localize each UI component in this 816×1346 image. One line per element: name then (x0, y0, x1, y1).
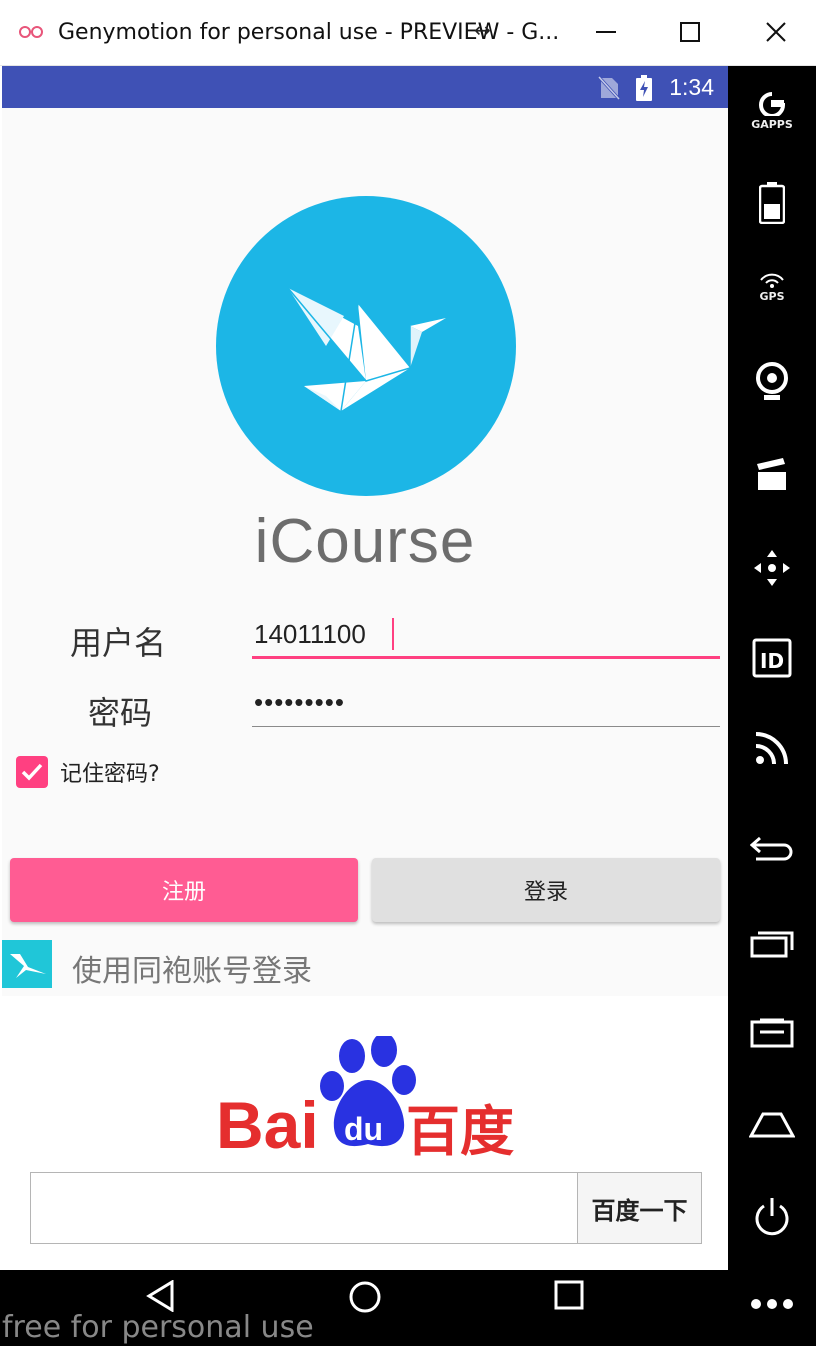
watermark: free for personal use (2, 1310, 314, 1345)
password-label: 密码 (88, 694, 153, 732)
nav-recents-icon (554, 1280, 584, 1310)
sso-login-icon[interactable] (2, 940, 52, 988)
back-arrow-icon (750, 836, 793, 861)
clapperboard-icon (757, 458, 786, 490)
baidu-webview: Bai du 百度 百度一下 (2, 996, 728, 1270)
gapps-label: GAPPS (751, 118, 793, 131)
nav-recents-button[interactable] (554, 1280, 584, 1314)
no-sim-icon (597, 75, 621, 104)
home-icon (749, 1112, 795, 1138)
battery-button[interactable] (728, 182, 816, 224)
move-cursor-icon: ↔ (474, 18, 491, 42)
battery-charging-icon (636, 75, 652, 105)
password-underline (252, 726, 720, 727)
remember-password-checkbox[interactable] (16, 756, 48, 788)
remember-password-label: 记住密码? (60, 762, 160, 787)
swallow-icon (10, 954, 46, 978)
device-screen: 1:34 iCourse 用户名 密码 (2, 66, 728, 1270)
genymotion-toolbar: GAPPS GPS ID (728, 66, 816, 1346)
home-button[interactable] (728, 1110, 816, 1138)
gps-icon (760, 273, 784, 288)
dpad-icon (754, 550, 790, 586)
broadcast-icon (755, 732, 788, 765)
username-label: 用户名 (70, 624, 167, 662)
app-title: iCourse (254, 507, 476, 576)
baidu-logo: Bai du 百度 (212, 1033, 522, 1163)
nav-home-button[interactable] (348, 1280, 382, 1318)
more-button[interactable] (728, 1298, 816, 1310)
power-icon (755, 1198, 789, 1236)
recent-apps-button[interactable] (728, 928, 816, 958)
remote-control-button[interactable] (728, 548, 816, 588)
gapps-icon (759, 92, 786, 116)
baidu-logo-paw-text: du (344, 1111, 383, 1147)
paper-crane-icon (287, 287, 446, 412)
battery-icon (759, 182, 785, 224)
maximize-button[interactable] (670, 12, 710, 52)
sso-login-link[interactable]: 使用同袍账号登录 (72, 946, 312, 990)
id-icon: ID (752, 638, 792, 678)
nav-home-icon (349, 1281, 381, 1313)
back-button[interactable] (728, 834, 816, 862)
register-button[interactable]: 注册 (10, 858, 358, 922)
power-button[interactable] (728, 1196, 816, 1238)
text-caret (392, 618, 394, 650)
gps-button[interactable]: GPS (728, 272, 816, 303)
username-underline (252, 656, 720, 659)
checkmark-icon (21, 763, 43, 781)
rss-button[interactable] (728, 730, 816, 766)
baidu-search-button[interactable]: 百度一下 (577, 1172, 702, 1244)
more-dots-icon (751, 1299, 793, 1309)
recent-apps-icon (750, 931, 794, 958)
nav-back-icon (146, 1279, 174, 1313)
android-status-bar: 1:34 (2, 66, 728, 108)
username-input[interactable] (252, 612, 720, 656)
gapps-button[interactable]: GAPPS (728, 92, 816, 131)
baidu-logo-cn: 百度 (406, 1100, 514, 1156)
minimize-button[interactable] (586, 12, 626, 52)
webcam-icon (756, 362, 788, 400)
id-label: ID (760, 649, 784, 673)
login-button[interactable]: 登录 (372, 858, 720, 922)
camera-button[interactable] (728, 362, 816, 402)
baidu-search-input[interactable] (30, 1172, 578, 1244)
baidu-logo-latin: Bai (216, 1088, 319, 1156)
close-button[interactable] (756, 12, 796, 52)
password-input[interactable] (252, 680, 720, 724)
window-titlebar: Genymotion for personal use - PREVIEW - … (0, 0, 816, 66)
menu-icon (750, 1018, 794, 1048)
gps-label: GPS (759, 290, 785, 303)
device-id-button[interactable]: ID (728, 638, 816, 678)
screencast-button[interactable] (728, 456, 816, 492)
menu-button[interactable] (728, 1018, 816, 1048)
genymotion-window: Genymotion for personal use - PREVIEW - … (0, 0, 816, 1346)
app-logo (216, 196, 516, 496)
genymotion-icon (18, 24, 46, 44)
status-time: 1:34 (669, 74, 714, 100)
